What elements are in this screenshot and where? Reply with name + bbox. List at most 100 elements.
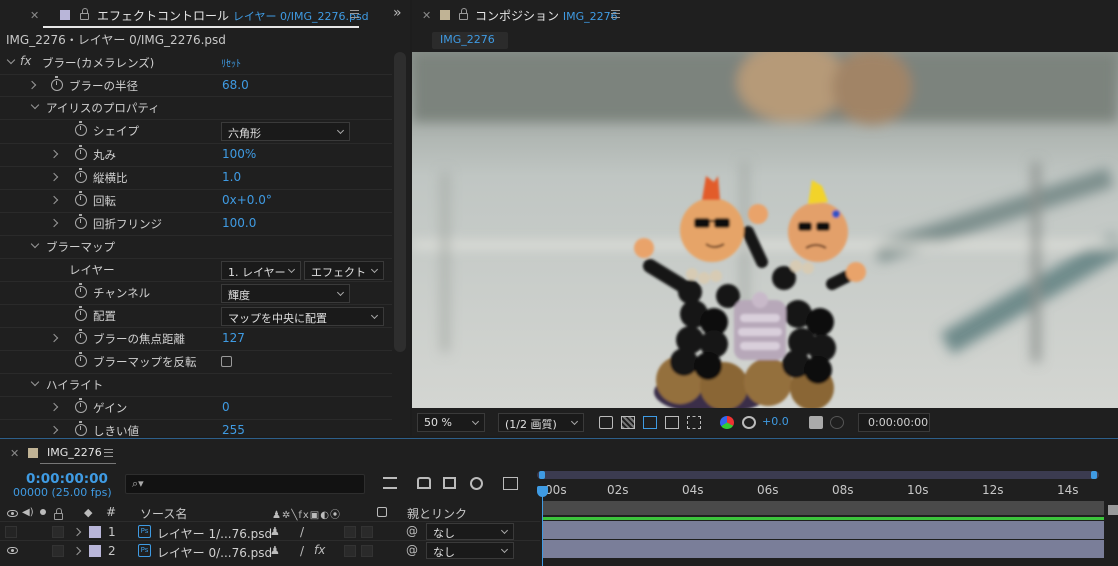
chevron-right-icon[interactable] — [49, 149, 59, 159]
layer-source-dropdown[interactable]: 1. レイヤー — [221, 261, 301, 280]
column-source-name[interactable]: ソース名 — [140, 505, 187, 522]
column-parent-link[interactable]: 親とリンク — [407, 505, 467, 522]
region-of-interest-icon[interactable] — [665, 416, 679, 429]
layer-mode-dropdown[interactable]: エフェクト — [304, 261, 384, 280]
lock-toggle[interactable] — [52, 545, 64, 557]
stopwatch-icon[interactable] — [75, 168, 87, 183]
video-toggle-icon[interactable] — [7, 510, 18, 517]
shy-switch-icon[interactable]: ♟ — [270, 544, 280, 557]
threshold-value[interactable]: 255 — [222, 423, 245, 436]
solo-icon[interactable] — [40, 509, 46, 515]
show-snapshot-icon[interactable] — [830, 416, 844, 429]
layer-duration-bar-2[interactable] — [543, 540, 1104, 558]
chevron-right-icon[interactable] — [49, 218, 59, 228]
fx-icon[interactable]: fx — [20, 54, 31, 68]
chevron-down-icon[interactable] — [30, 100, 40, 110]
stopwatch-icon[interactable] — [75, 306, 87, 321]
lock-icon[interactable] — [459, 8, 468, 20]
placement-dropdown[interactable]: マップを中央に配置 — [221, 307, 384, 326]
layer-name[interactable]: レイヤー 0/...76.psd — [157, 544, 272, 561]
parent-dropdown[interactable]: なし — [426, 523, 514, 540]
panel-menu-icon[interactable] — [104, 449, 113, 457]
chevron-down-icon[interactable] — [30, 239, 40, 249]
panel-menu-icon[interactable] — [611, 10, 620, 18]
motion-blur-icon[interactable] — [470, 477, 483, 490]
resolution-dropdown[interactable]: (1/2 画質) — [498, 413, 584, 432]
frame-blending-icon[interactable] — [443, 477, 456, 489]
work-area-bar[interactable] — [537, 471, 1099, 479]
stopwatch-icon[interactable] — [75, 352, 87, 367]
pick-whip-icon[interactable]: @ — [406, 524, 418, 538]
chevron-down-icon[interactable] — [30, 377, 40, 387]
stopwatch-icon[interactable] — [51, 76, 63, 91]
video-eye-icon[interactable] — [7, 547, 18, 554]
reset-link[interactable]: ﾘｾｯﾄ — [221, 55, 241, 70]
lock-column-icon[interactable] — [54, 508, 63, 520]
effect-controls-tab[interactable]: エフェクトコントロール レイヤー 0/IMG_2276.psd — [97, 7, 369, 24]
comp-mini-flowchart-icon[interactable] — [383, 477, 397, 489]
shy-layers-icon[interactable] — [417, 477, 431, 489]
close-tab-icon[interactable]: ✕ — [10, 447, 19, 460]
mask-visibility-icon[interactable] — [643, 416, 657, 429]
video-toggle[interactable] — [5, 526, 17, 538]
channel-dropdown[interactable]: 輝度 — [221, 284, 350, 303]
grid-guides-icon[interactable] — [687, 416, 701, 429]
3d-switch[interactable] — [361, 545, 373, 557]
stopwatch-icon[interactable] — [75, 329, 87, 344]
close-tab-icon[interactable]: ✕ — [30, 9, 39, 22]
fx-switch-icon[interactable]: fx — [314, 543, 325, 557]
aspect-value[interactable]: 1.0 — [222, 170, 241, 184]
effect-header-row[interactable]: fx ブラー(カメラレンズ) ﾘｾｯﾄ — [0, 52, 392, 75]
fast-preview-icon[interactable] — [599, 416, 613, 429]
zoom-dropdown[interactable]: 50 % — [417, 413, 485, 432]
chevron-down-icon[interactable] — [6, 55, 16, 65]
playhead-handle[interactable] — [537, 486, 548, 497]
adjustment-switch[interactable] — [344, 545, 356, 557]
shy-switch-icon[interactable]: ♟ — [270, 525, 280, 538]
effect-panel-scrollbar[interactable] — [394, 52, 406, 352]
invert-checkbox[interactable] — [221, 356, 232, 367]
comp-end-marker[interactable] — [1108, 505, 1118, 515]
channel-icon[interactable] — [720, 416, 734, 429]
work-area-start-handle[interactable] — [539, 471, 545, 479]
stopwatch-icon[interactable] — [75, 398, 87, 413]
shape-dropdown[interactable]: 六角形 — [221, 122, 350, 141]
timeline-tab[interactable]: IMG_2276 — [47, 446, 102, 459]
layer-label-color[interactable] — [89, 545, 101, 557]
parent-dropdown[interactable]: なし — [426, 542, 514, 559]
time-ruler[interactable]: :00s 02s 04s 06s 08s 10s 12s 14s — [537, 469, 1107, 501]
layer-row-1[interactable]: 1 Ps レイヤー 1/...76.psd ♟ / @ なし — [0, 521, 540, 541]
layer-search-input[interactable]: ⌕▾ — [125, 474, 365, 494]
composition-tab[interactable]: コンポジション IMG_2276 — [475, 7, 618, 24]
adjustment-switch[interactable] — [344, 526, 356, 538]
work-area-end-handle[interactable] — [1091, 471, 1097, 479]
3d-switch[interactable] — [361, 526, 373, 538]
fringe-value[interactable]: 100.0 — [222, 216, 256, 230]
blur-radius-value[interactable]: 68.0 — [222, 78, 249, 92]
gain-value[interactable]: 0 — [222, 400, 230, 414]
stopwatch-icon[interactable] — [75, 214, 87, 229]
label-tag-icon[interactable]: ◆ — [84, 506, 92, 519]
layer-row-2[interactable]: 2 Ps レイヤー 0/...76.psd ♟ / fx @ なし — [0, 540, 540, 560]
rotation-value[interactable]: 0x+0.0° — [222, 193, 272, 207]
comp-viewer-subtab[interactable]: IMG_2276 — [432, 32, 508, 49]
layer-duration-bar-1[interactable] — [543, 521, 1104, 539]
chevron-right-icon[interactable] — [49, 195, 59, 205]
chevron-right-icon[interactable] — [72, 527, 82, 537]
quality-switch-icon[interactable]: / — [300, 525, 304, 539]
layer-label-color[interactable] — [89, 526, 101, 538]
graph-editor-icon[interactable] — [503, 477, 518, 490]
audio-toggle-icon[interactable]: ◀) — [22, 507, 34, 518]
stopwatch-icon[interactable] — [75, 191, 87, 206]
close-tab-icon[interactable]: ✕ — [422, 9, 431, 22]
pick-whip-icon[interactable]: @ — [406, 543, 418, 557]
current-time[interactable]: 0:00:00:00 — [26, 471, 108, 487]
roundness-value[interactable]: 100% — [222, 147, 256, 161]
panel-menu-icon[interactable] — [350, 10, 359, 18]
stopwatch-icon[interactable] — [75, 121, 87, 136]
chevron-right-icon[interactable] — [49, 333, 59, 343]
transparency-grid-icon[interactable] — [621, 416, 635, 429]
chevron-right-icon[interactable] — [49, 402, 59, 412]
reset-exposure-icon[interactable] — [742, 416, 756, 429]
chevron-right-icon[interactable] — [72, 546, 82, 556]
